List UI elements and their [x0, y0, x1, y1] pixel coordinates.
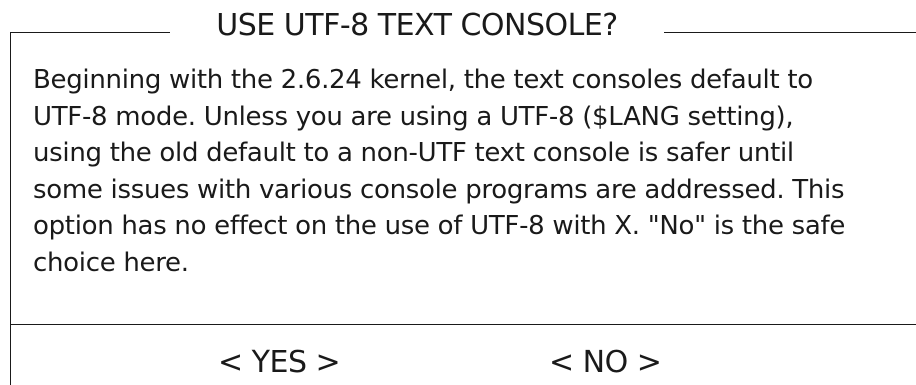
message-line: UTF-8 mode. Unless you are using a UTF-8… [33, 101, 794, 132]
dialog-title: USE UTF-8 TEXT CONSOLE? [216, 8, 618, 43]
yes-button[interactable]: < YES > [218, 343, 341, 383]
dialog-message: Beginning with the 2.6.24 kernel, the te… [33, 62, 911, 281]
button-area-divider [10, 324, 916, 325]
message-line: choice here. [33, 247, 189, 278]
message-line: Beginning with the 2.6.24 kernel, the te… [33, 65, 813, 95]
message-line: option has no effect on the use of UTF-8… [33, 211, 846, 241]
message-line: using the old default to a non-UTF text … [33, 138, 794, 168]
utf8-console-dialog: USE UTF-8 TEXT CONSOLE? Beginning with t… [0, 0, 916, 385]
message-line: some issues with various console program… [33, 174, 845, 205]
frame-left-border [10, 32, 11, 385]
frame-top-border-right [664, 32, 916, 33]
no-button[interactable]: < NO > [549, 343, 662, 383]
frame-top-border-left [10, 32, 170, 33]
